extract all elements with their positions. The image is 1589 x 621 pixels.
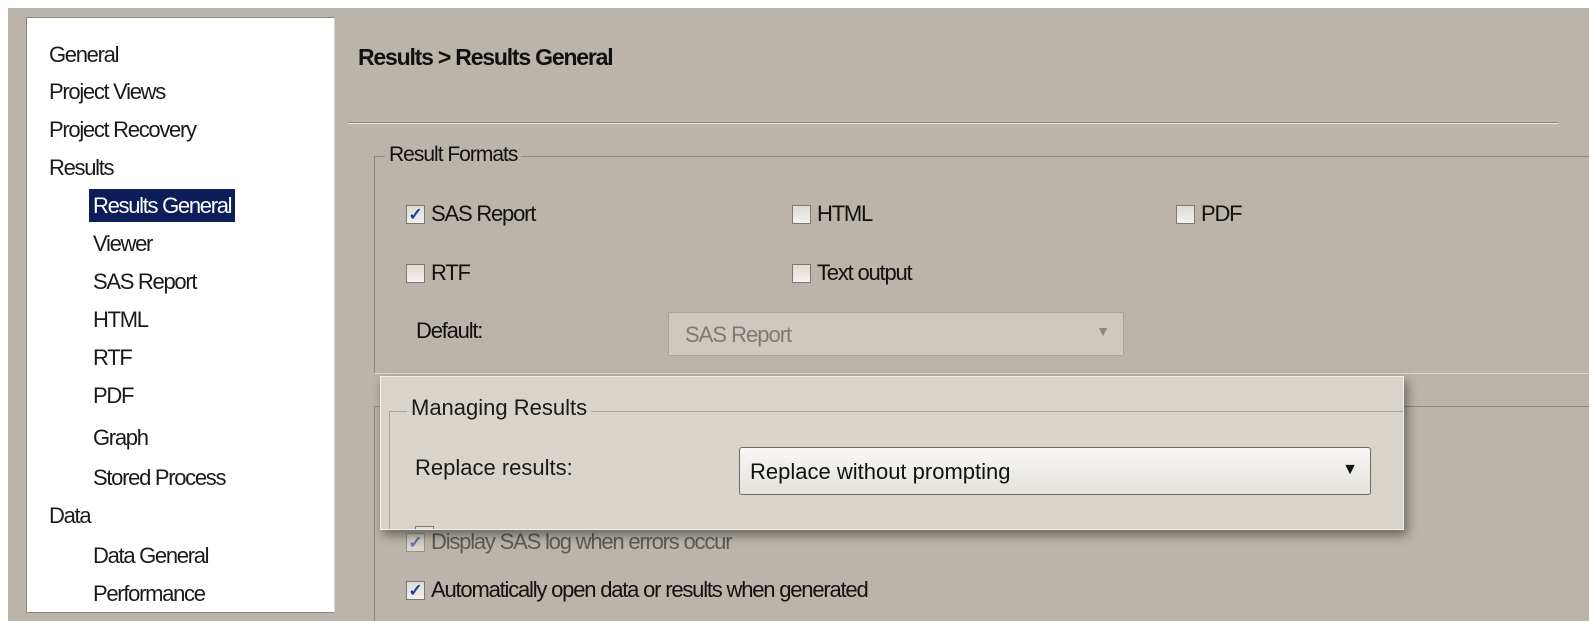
checkbox-icon <box>406 263 425 283</box>
nav-item-viewer[interactable]: Viewer <box>93 227 153 260</box>
checkmark-icon: ✓ <box>415 525 434 529</box>
managing-results-zoom-panel: Managing Results Replace results: Replac… <box>380 376 1404 530</box>
default-format-value: SAS Report <box>685 322 792 347</box>
nav-item-data[interactable]: Data <box>49 499 92 532</box>
nav-item-data-general[interactable]: Data General <box>93 539 210 572</box>
nav-item-rtf[interactable]: RTF <box>93 341 133 374</box>
checkbox-icon <box>792 263 811 283</box>
checkbox-icon <box>792 204 811 224</box>
nav-item-stored-process[interactable]: Stored Process <box>93 461 227 494</box>
nav-item-pdf[interactable]: PDF <box>93 379 134 412</box>
chevron-down-icon: ▼ <box>1096 323 1110 339</box>
default-format-label: Default: <box>416 318 483 343</box>
text-output-checkbox-label: Text output <box>817 260 913 285</box>
replace-results-value: Replace without prompting <box>750 459 1011 484</box>
pdf-checkbox-label: PDF <box>1201 201 1243 226</box>
nav-item-sas-report[interactable]: SAS Report <box>93 265 197 298</box>
text-output-checkbox[interactable]: Text output <box>792 257 913 289</box>
nav-item-project-views[interactable]: Project Views <box>49 75 166 108</box>
checkmark-icon: ✓ <box>406 204 425 224</box>
nav-item-project-recovery[interactable]: Project Recovery <box>49 113 197 146</box>
options-nav-tree[interactable]: General Project Views Project Recovery R… <box>26 17 335 613</box>
replace-results-select[interactable]: Replace without prompting ▼ <box>739 447 1371 495</box>
screenshot-frame: General Project Views Project Recovery R… <box>0 0 1589 621</box>
auto-open-results-checkbox-label: Automatically open data or results when … <box>431 577 869 602</box>
nav-item-general[interactable]: General <box>49 38 119 71</box>
nav-item-html[interactable]: HTML <box>93 303 149 336</box>
chevron-down-icon: ▼ <box>1342 461 1358 478</box>
nav-item-graph[interactable]: Graph <box>93 421 149 454</box>
nav-item-results[interactable]: Results <box>49 151 115 184</box>
display-sas-log-checkbox-label: Display SAS log when errors occur <box>431 529 733 554</box>
nav-item-performance[interactable]: Performance <box>93 577 206 610</box>
result-formats-legend: Result Formats <box>385 143 522 167</box>
rtf-checkbox-label: RTF <box>431 260 471 285</box>
managing-results-legend: Managing Results <box>407 395 592 421</box>
checkmark-icon: ✓ <box>406 532 425 552</box>
auto-open-results-checkbox[interactable]: ✓ Automatically open data or results whe… <box>406 574 869 606</box>
sas-report-checkbox-label: SAS Report <box>431 201 536 226</box>
display-sas-log-checkbox-zoomed[interactable]: ✓ <box>415 519 440 529</box>
nav-item-results-general[interactable]: Results General <box>89 189 236 222</box>
pdf-checkbox[interactable]: PDF <box>1176 198 1243 230</box>
display-sas-log-checkbox[interactable]: ✓ Display SAS log when errors occur <box>406 526 733 558</box>
html-checkbox-label: HTML <box>817 201 873 226</box>
sas-report-checkbox[interactable]: ✓ SAS Report <box>406 198 536 230</box>
title-divider <box>348 122 1558 124</box>
html-checkbox[interactable]: HTML <box>792 198 873 230</box>
replace-results-label: Replace results: <box>415 455 573 480</box>
page-title: Results > Results General <box>358 44 614 70</box>
checkbox-icon <box>1176 204 1195 224</box>
default-format-select[interactable]: SAS Report ▼ <box>668 312 1124 356</box>
rtf-checkbox[interactable]: RTF <box>406 257 471 289</box>
checkmark-icon: ✓ <box>406 580 425 600</box>
